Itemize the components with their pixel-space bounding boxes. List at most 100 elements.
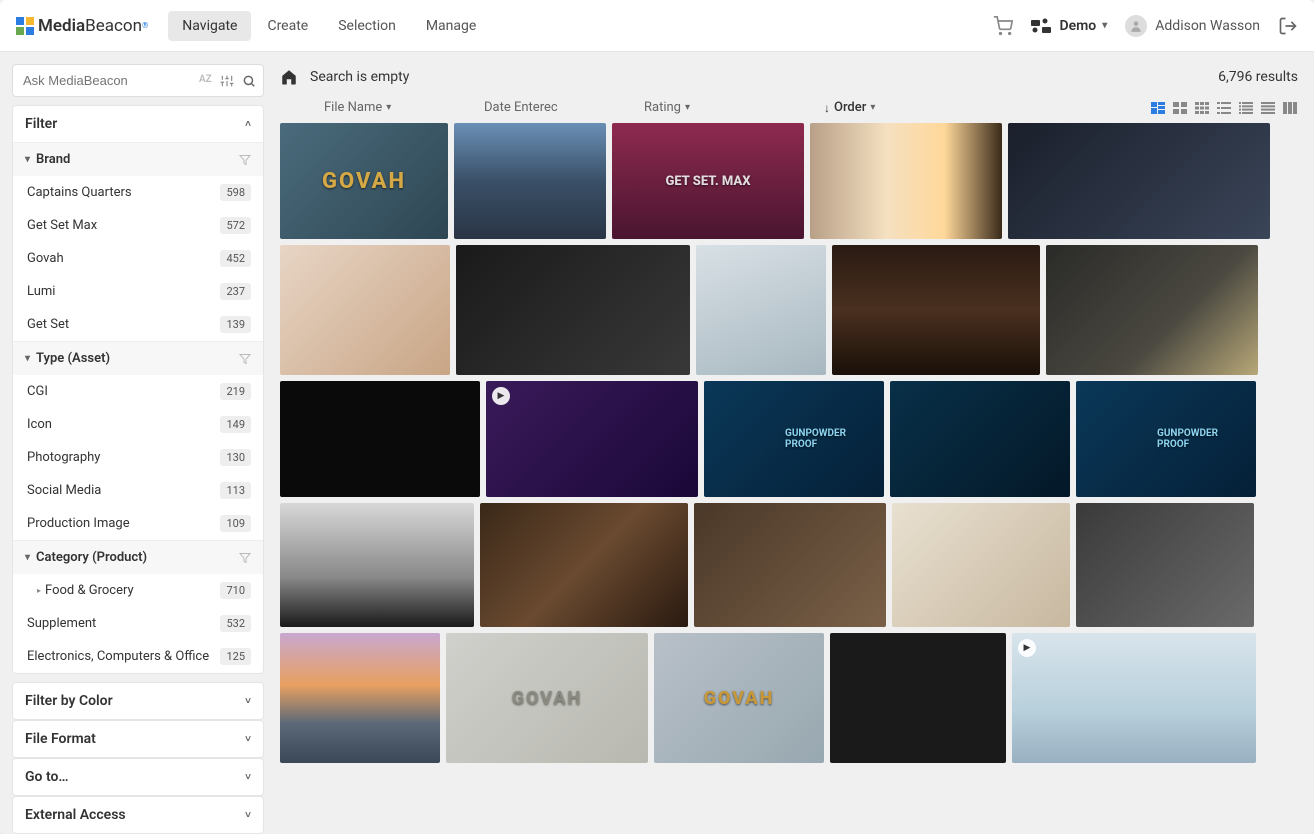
asset-thumbnail[interactable] — [1008, 123, 1270, 239]
chevron-up-icon: ˄ — [245, 119, 251, 130]
asset-thumbnail[interactable] — [480, 503, 688, 627]
main-nav: NavigateCreateSelectionManage — [168, 11, 490, 41]
sliders-icon[interactable] — [220, 74, 234, 88]
thumbnail-label: GOVAH — [704, 688, 775, 709]
asset-thumbnail[interactable]: GUNPOWDER PROOF — [1076, 381, 1256, 497]
view-columns-icon[interactable] — [1282, 101, 1298, 115]
logo-text-a: Media — [38, 16, 85, 36]
asset-thumbnail[interactable] — [1046, 245, 1258, 375]
filter-item[interactable]: Get Set139 — [13, 308, 263, 341]
search-box[interactable]: AZ — [12, 64, 264, 97]
col-date-entered[interactable]: Date Enterec — [484, 100, 644, 115]
asset-thumbnail[interactable] — [1076, 503, 1254, 627]
gallery-row: GOVAH GET SET. MAX — [280, 123, 1294, 239]
asset-thumbnail[interactable]: GOVAH — [654, 633, 824, 763]
filter-item[interactable]: ▸Food & Grocery710 — [13, 574, 263, 607]
asset-thumbnail[interactable] — [454, 123, 606, 239]
asset-thumbnail[interactable] — [694, 503, 886, 627]
filter-section-header[interactable]: ▾Category (Product) — [13, 540, 263, 574]
asset-thumbnail[interactable] — [280, 245, 450, 375]
view-list-icon[interactable] — [1216, 101, 1232, 115]
gallery-row — [280, 245, 1294, 375]
asset-thumbnail[interactable]: ▶ — [486, 381, 698, 497]
workspace-icon — [1031, 18, 1053, 34]
panel-header[interactable]: Filter by Color˅ — [13, 683, 263, 719]
asset-thumbnail[interactable] — [456, 245, 690, 375]
filter-item[interactable]: Photography130 — [13, 441, 263, 474]
search-icon[interactable] — [242, 74, 256, 88]
col-order[interactable]: ↓Order ▾ — [824, 100, 875, 115]
asset-thumbnail[interactable] — [830, 633, 1006, 763]
sidebar-panel: File Format˅ — [12, 720, 264, 758]
filter-panel: Filter ˄ ▾BrandCaptains Quarters598Get S… — [12, 105, 264, 674]
filter-item[interactable]: Get Set Max572 — [13, 209, 263, 242]
filter-section-header[interactable]: ▾Brand — [13, 142, 263, 176]
app-header: MediaBeacon® NavigateCreateSelectionMana… — [0, 0, 1314, 52]
panel-header[interactable]: File Format˅ — [13, 721, 263, 757]
filter-item[interactable]: Production Image109 — [13, 507, 263, 540]
asset-gallery: GOVAH GET SET. MAX ▶ GUNPOWDER PROOF GUNPOWD… — [280, 123, 1298, 834]
main-content: Search is empty 6,796 results File Name … — [276, 52, 1314, 834]
search-input[interactable] — [23, 73, 199, 88]
sidebar-panel: External Access˅ — [12, 796, 264, 834]
logo-icon — [16, 17, 34, 35]
play-icon: ▶ — [1018, 639, 1036, 657]
filter-item[interactable]: Lumi237 — [13, 275, 263, 308]
avatar-icon — [1125, 15, 1147, 37]
gallery-row: ▶ GUNPOWDER PROOF GUNPOWDER PROOF — [280, 381, 1294, 497]
view-grid-small-icon[interactable] — [1194, 101, 1210, 115]
view-table-icon[interactable] — [1260, 101, 1276, 115]
view-masonry-icon[interactable] — [1150, 101, 1166, 115]
logout-icon[interactable] — [1278, 16, 1298, 36]
cart-icon[interactable] — [993, 16, 1013, 36]
home-icon[interactable] — [280, 68, 298, 86]
asset-thumbnail[interactable] — [280, 381, 480, 497]
app-logo[interactable]: MediaBeacon® — [16, 16, 148, 36]
filter-item[interactable]: Social Media113 — [13, 474, 263, 507]
nav-item-create[interactable]: Create — [253, 11, 322, 41]
filter-title: Filter — [25, 116, 57, 132]
panel-header[interactable]: Go to…˅ — [13, 759, 263, 795]
filter-item[interactable]: Govah452 — [13, 242, 263, 275]
filter-item[interactable]: Icon149 — [13, 408, 263, 441]
asset-thumbnail[interactable] — [890, 381, 1070, 497]
asset-thumbnail[interactable]: GET SET. MAX — [612, 123, 804, 239]
search-status-bar: Search is empty 6,796 results — [280, 64, 1298, 96]
thumbnail-label: GOVAH — [512, 688, 582, 709]
asset-thumbnail[interactable]: GOVAH — [446, 633, 648, 763]
sidebar-panel: Filter by Color˅ — [12, 682, 264, 720]
gallery-row — [280, 503, 1294, 627]
view-grid-large-icon[interactable] — [1172, 101, 1188, 115]
workspace-selector[interactable]: Demo ▾ — [1031, 18, 1107, 34]
filter-item[interactable]: Captains Quarters598 — [13, 176, 263, 209]
user-name: Addison Wasson — [1155, 18, 1260, 34]
sidebar-panel: Go to…˅ — [12, 758, 264, 796]
asset-thumbnail[interactable]: GUNPOWDER PROOF — [704, 381, 884, 497]
view-switcher — [1150, 101, 1298, 115]
asset-thumbnail[interactable] — [892, 503, 1070, 627]
user-menu[interactable]: Addison Wasson — [1125, 15, 1260, 37]
asset-thumbnail[interactable] — [696, 245, 826, 375]
nav-item-selection[interactable]: Selection — [324, 11, 410, 41]
filter-section-header[interactable]: ▾Type (Asset) — [13, 341, 263, 375]
asset-thumbnail[interactable]: GOVAH — [280, 123, 448, 239]
col-file-name[interactable]: File Name ▾ — [324, 100, 484, 115]
filter-item[interactable]: Electronics, Computers & Office125 — [13, 640, 263, 673]
az-sort-icon[interactable]: AZ — [199, 74, 212, 88]
asset-thumbnail[interactable] — [810, 123, 1002, 239]
results-count: 6,796 results — [1218, 69, 1298, 85]
col-rating[interactable]: Rating ▾ — [644, 100, 824, 115]
panel-header[interactable]: External Access˅ — [13, 797, 263, 833]
asset-thumbnail[interactable]: ▶ — [1012, 633, 1256, 763]
filter-panel-header[interactable]: Filter ˄ — [13, 106, 263, 142]
asset-thumbnail[interactable] — [280, 503, 474, 627]
view-list-compact-icon[interactable] — [1238, 101, 1254, 115]
thumbnail-label: GUNPOWDER PROOF — [785, 428, 875, 450]
sidebar: AZ Filter ˄ ▾BrandCaptains Quarters598Ge… — [0, 52, 276, 834]
asset-thumbnail[interactable] — [280, 633, 440, 763]
nav-item-manage[interactable]: Manage — [412, 11, 490, 41]
asset-thumbnail[interactable] — [832, 245, 1040, 375]
filter-item[interactable]: Supplement532 — [13, 607, 263, 640]
filter-item[interactable]: CGI219 — [13, 375, 263, 408]
nav-item-navigate[interactable]: Navigate — [168, 11, 251, 41]
